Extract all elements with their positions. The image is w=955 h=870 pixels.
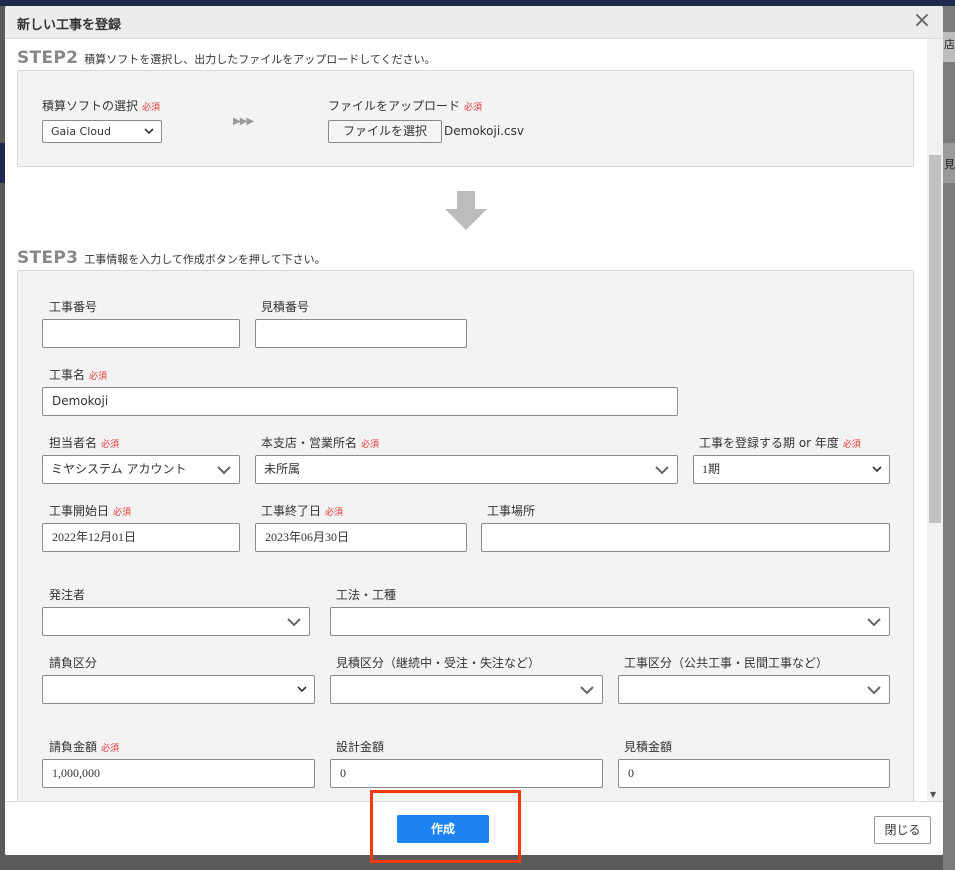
required-badge: 必須 [142,103,161,113]
step2-description: 積算ソフトを選択し、出力したファイルをアップロードしてください。 [84,53,436,66]
step3-title: STEP3 工事情報を入力して作成ボタンを押して下さい。 [17,248,326,268]
sekkei-kingaku-input[interactable]: 0 [330,759,603,788]
choose-file-button[interactable]: ファイルを選択 [328,120,442,143]
chevron-down-icon [871,463,885,477]
mitsumori-bango-input[interactable] [255,319,467,348]
kikan-select[interactable]: 1期 [693,455,890,484]
koho-select[interactable] [330,607,890,636]
required-badge: 必須 [464,103,483,113]
tanto-select[interactable]: ミヤシステム アカウント [42,455,240,484]
software-select[interactable]: Gaia Cloud [42,120,162,143]
required-badge: 必須 [89,372,108,382]
shiten-select-value: 未所属 [264,462,301,476]
modal-title: 新しい工事を登録 [17,18,122,33]
step2-panel: 積算ソフトの選択 必須 Gaia Cloud ▶▶▶ ファイルをアップロード 必須 … [17,70,914,167]
close-icon[interactable]: × [911,10,933,34]
hacchusha-select[interactable] [42,607,310,636]
tanto-select-value: ミヤシステム アカウント [51,462,187,476]
step2-title: STEP2 積算ソフトを選択し、出力したファイルをアップロードしてください。 [17,48,436,68]
background-text: 見 [944,158,955,171]
required-badge: 必須 [842,440,861,450]
chevron-down-icon [296,683,310,697]
software-select-value: Gaia Cloud [51,125,111,138]
mitsumori-kubun-select[interactable] [330,675,603,704]
koji-bango-label: 工事番号 [49,300,98,314]
background-text: 店 [944,38,955,51]
scroll-down-icon[interactable]: ▼ [930,790,936,799]
required-badge: 必須 [101,744,120,754]
highlight-box [370,790,521,863]
chevron-down-icon [867,683,881,697]
basho-label: 工事場所 [487,504,536,518]
koji-bango-input[interactable] [42,319,240,348]
mitsumori-kingaku-label: 見積金額 [624,740,673,754]
required-badge: 必須 [113,508,132,518]
chevron-down-icon [867,615,881,629]
end-date-label: 工事終了日 必須 [261,504,344,518]
required-badge: 必須 [361,440,380,450]
modal-body: STEP2 積算ソフトを選択し、出力したファイルをアップロードしてください。 積算… [5,39,943,801]
koji-mei-input[interactable]: Demokoji [42,387,678,416]
kikan-label: 工事を登録する期 or 年度 必須 [699,436,861,450]
koji-mei-label: 工事名 必須 [49,368,108,382]
step3-label: STEP3 [17,248,79,268]
kikan-select-value: 1期 [702,462,721,476]
start-date-label: 工事開始日 必須 [49,504,132,518]
ukeoi-kingaku-input[interactable]: 1,000,000 [42,759,315,788]
software-label: 積算ソフトの選択 必須 [42,99,161,113]
file-name: Demokoji.csv [444,124,524,138]
chevron-down-icon [217,463,231,477]
mitsumori-kingaku-input[interactable]: 0 [618,759,890,788]
background-page [943,6,955,870]
step3-description: 工事情報を入力して作成ボタンを押して下さい。 [84,253,326,266]
sekkei-kingaku-label: 設計金額 [336,740,385,754]
arrows-icon: ▶▶▶ [233,116,254,127]
chevron-down-icon [655,463,669,477]
koji-kubun-select[interactable] [618,675,890,704]
shiten-label: 本支店・営業所名 必須 [261,436,380,450]
step2-label: STEP2 [17,48,79,68]
ukeoi-kubun-label: 請負区分 [49,656,98,670]
hacchusha-label: 発注者 [49,588,86,602]
modal-header: 新しい工事を登録 × [5,6,943,39]
mitsumori-kubun-label: 見積区分（継続中・受注・失注など） [336,656,541,670]
koji-kubun-label: 工事区分（公共工事・民間工事など） [624,656,829,670]
start-date-input[interactable]: 2022年12月01日 [42,523,240,552]
step3-panel: 工事番号 見積番号 工事名 必須 Demokoji 担当者名 必須 ミヤシステム ア… [17,270,914,801]
end-date-input[interactable]: 2023年06月30日 [255,523,467,552]
koho-label: 工法・工種 [336,588,397,602]
ukeoi-kubun-select[interactable] [42,675,315,704]
scrollbar[interactable]: ▼ [927,39,943,801]
chevron-down-icon [143,125,157,139]
file-upload-label: ファイルをアップロード 必須 [328,99,483,113]
mitsumori-bango-label: 見積番号 [261,300,310,314]
basho-input[interactable] [481,523,890,552]
new-project-modal: 新しい工事を登録 × STEP2 積算ソフトを選択し、出力したファイルをアップロー… [5,6,943,855]
tanto-label: 担当者名 必須 [49,436,120,450]
required-badge: 必須 [101,440,120,450]
scrollbar-thumb[interactable] [929,155,941,523]
required-badge: 必須 [325,508,344,518]
close-button[interactable]: 閉じる [874,816,931,844]
ukeoi-kingaku-label: 請負金額 必須 [49,740,120,754]
shiten-select[interactable]: 未所属 [255,455,678,484]
chevron-down-icon [580,683,594,697]
down-arrow-icon [445,191,487,230]
chevron-down-icon [287,615,301,629]
